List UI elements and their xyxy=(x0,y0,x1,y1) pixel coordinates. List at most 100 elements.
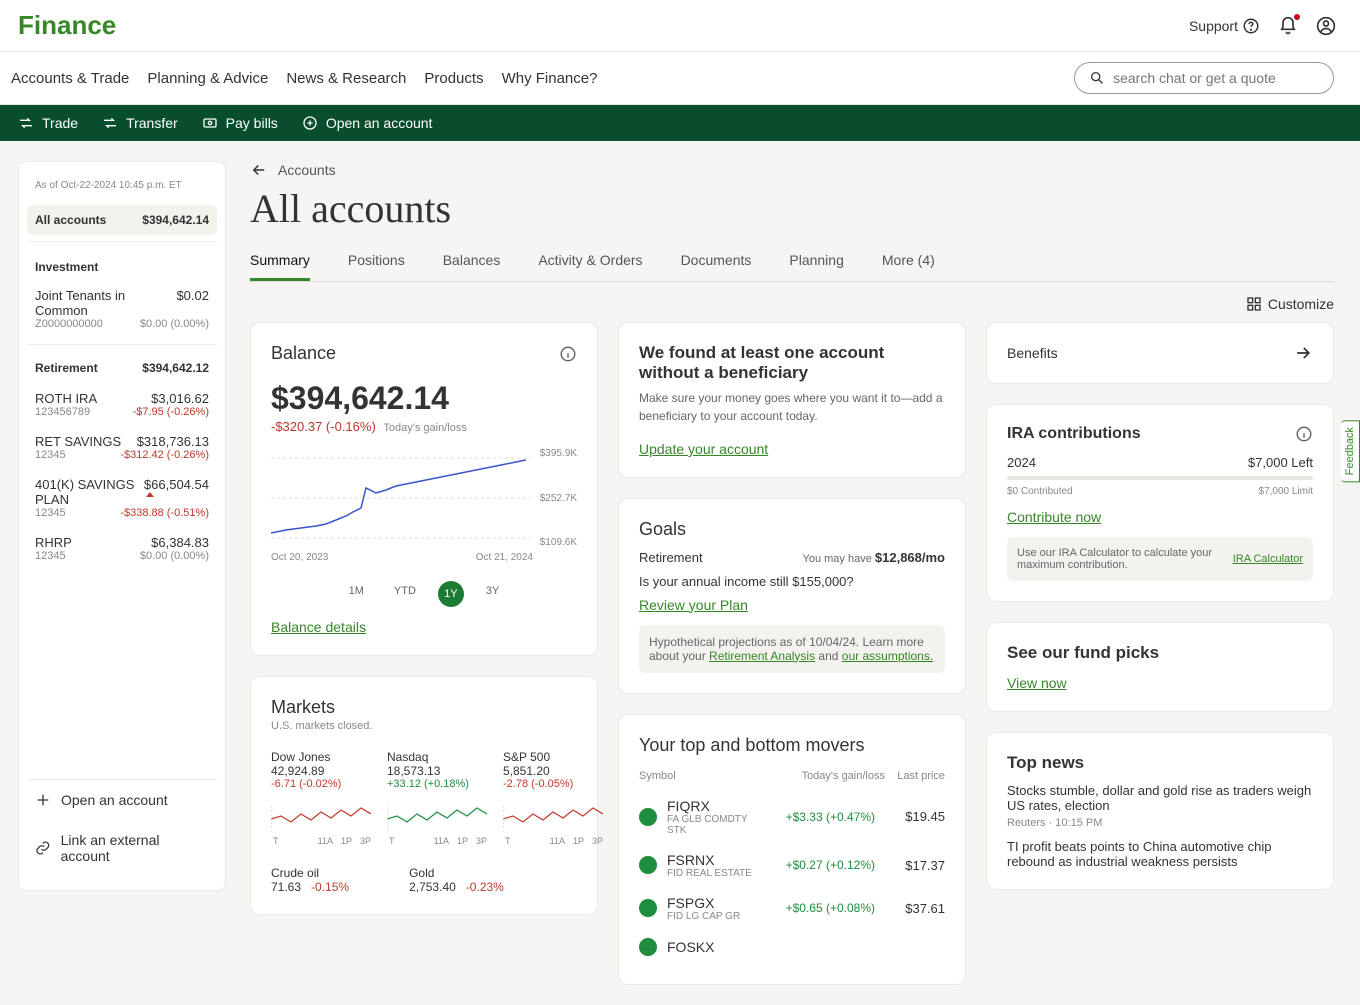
account-row[interactable]: 401(K) SAVINGS PLAN$66,504.5412345-$338.… xyxy=(27,469,217,527)
sidebar-all-accounts[interactable]: All accounts $394,642.14 xyxy=(27,205,217,235)
nav-item-2[interactable]: News & Research xyxy=(286,64,406,93)
beneficiary-card: We found at least one account without a … xyxy=(618,322,966,478)
account-number: 12345 xyxy=(35,449,66,461)
beneficiary-title: We found at least one account without a … xyxy=(639,343,945,383)
range-3y[interactable]: 3Y xyxy=(478,581,507,607)
account-name: 401(K) SAVINGS PLAN xyxy=(35,477,144,507)
mover-row[interactable]: FIQRXFA GLB COMDTY STK+$3.33 (+0.47%)$19… xyxy=(639,790,945,844)
back-label: Accounts xyxy=(278,162,336,178)
account-row[interactable]: RHRP$6,384.8312345$0.00 (0.00%) xyxy=(27,527,217,570)
back-link[interactable]: Accounts xyxy=(250,161,1334,179)
trade-label: Trade xyxy=(42,115,78,131)
tab-positions[interactable]: Positions xyxy=(348,242,405,281)
movers-title: Your top and bottom movers xyxy=(639,735,945,756)
range-ytd[interactable]: YTD xyxy=(386,581,424,607)
sparkline xyxy=(271,794,371,834)
beneficiary-body: Make sure your money goes where you want… xyxy=(639,389,945,425)
paybills-label: Pay bills xyxy=(226,115,278,131)
plus-circle-icon xyxy=(302,115,318,131)
feedback-tab[interactable]: Feedback xyxy=(1341,420,1360,482)
account-row[interactable]: Joint Tenants in Common$0.02Z0000000000$… xyxy=(27,280,217,338)
info-icon[interactable] xyxy=(1295,425,1313,443)
plus-icon xyxy=(35,792,51,808)
commodity-gold[interactable]: Gold2,753.40 -0.23% xyxy=(409,866,504,894)
bill-icon xyxy=(202,115,218,131)
notification-dot xyxy=(1294,14,1300,20)
index-nasdaq[interactable]: Nasdaq18,573.13+33.12 (+0.18%)T11A1P3P xyxy=(387,750,487,846)
top-news-card: Top news Stocks stumble, dollar and gold… xyxy=(986,732,1334,890)
account-row[interactable]: RET SAVINGS$318,736.1312345-$312.42 (-0.… xyxy=(27,426,217,469)
news-item[interactable]: Stocks stumble, dollar and gold rise as … xyxy=(1007,783,1313,829)
hypo-box: Hypothetical projections as of 10/04/24.… xyxy=(639,625,945,673)
index-dow-jones[interactable]: Dow Jones42,924.89-6.71 (-0.02%)T11A1P3P xyxy=(271,750,371,846)
assumptions-link[interactable]: our assumptions. xyxy=(842,649,933,663)
tab-activity-orders[interactable]: Activity & Orders xyxy=(538,242,642,281)
commodity-change: -0.15% xyxy=(311,880,349,894)
mover-row[interactable]: FSRNXFID REAL ESTATE+$0.27 (+0.12%)$17.3… xyxy=(639,844,945,887)
update-account-link[interactable]: Update your account xyxy=(639,441,768,457)
range-1y[interactable]: 1Y xyxy=(438,581,464,607)
ira-calc-text: Use our IRA Calculator to calculate your… xyxy=(1017,547,1225,571)
news-headline: Stocks stumble, dollar and gold rise as … xyxy=(1007,783,1313,813)
transfer-label: Transfer xyxy=(126,115,178,131)
tab-documents[interactable]: Documents xyxy=(681,242,752,281)
ylabel-mid: $252.7K xyxy=(540,493,577,504)
link-account-sidebar[interactable]: Link an external account xyxy=(27,820,217,876)
nav-item-1[interactable]: Planning & Advice xyxy=(147,64,268,93)
benefits-card[interactable]: Benefits xyxy=(986,322,1334,384)
account-row[interactable]: ROTH IRA$3,016.62123456789-$7.95 (-0.26%… xyxy=(27,383,217,426)
mover-row[interactable]: FOSKX xyxy=(639,930,945,964)
tab-balances[interactable]: Balances xyxy=(443,242,501,281)
tab-more-[interactable]: More (4) xyxy=(882,242,935,281)
index-s&p-500[interactable]: S&P 5005,851.20-2.78 (-0.05%)T11A1P3P xyxy=(503,750,603,846)
support-link[interactable]: Support xyxy=(1189,17,1260,35)
news-item[interactable]: TI profit beats points to China automoti… xyxy=(1007,839,1313,869)
profile-icon[interactable] xyxy=(1316,16,1336,36)
index-name: S&P 500 xyxy=(503,750,603,764)
goals-income-q: Is your annual income still $155,000? xyxy=(639,574,945,589)
trade-action[interactable]: Trade xyxy=(18,115,78,131)
ylabel-low: $109.6K xyxy=(540,537,577,548)
open-account-sidebar[interactable]: Open an account xyxy=(27,780,217,820)
news-headline: TI profit beats points to China automoti… xyxy=(1007,839,1313,869)
todays-gainloss-label: Today's gain/loss xyxy=(383,422,466,434)
ira-title: IRA contributions xyxy=(1007,425,1141,443)
nav-item-4[interactable]: Why Finance? xyxy=(502,64,598,93)
retirement-analysis-link[interactable]: Retirement Analysis xyxy=(709,649,815,663)
search-input[interactable] xyxy=(1113,70,1319,86)
markets-title: Markets xyxy=(271,697,577,718)
mover-symbol: FIQRX xyxy=(667,798,755,814)
view-now-link[interactable]: View now xyxy=(1007,675,1067,691)
brand-logo[interactable]: Finance xyxy=(18,10,116,41)
nav-item-3[interactable]: Products xyxy=(424,64,483,93)
markets-status: U.S. markets closed. xyxy=(271,720,577,732)
notifications-icon[interactable] xyxy=(1278,16,1298,36)
index-value: 42,924.89 xyxy=(271,764,371,778)
ira-contributed: $0 Contributed xyxy=(1007,486,1073,497)
open-account-action[interactable]: Open an account xyxy=(302,115,433,131)
nav-item-0[interactable]: Accounts & Trade xyxy=(11,64,129,93)
search-box[interactable] xyxy=(1074,62,1334,94)
balance-details-link[interactable]: Balance details xyxy=(271,619,366,635)
contribute-now-link[interactable]: Contribute now xyxy=(1007,509,1101,525)
info-icon[interactable] xyxy=(559,345,577,363)
asof-text: As of Oct-22-2024 10:45 p.m. ET xyxy=(27,176,217,195)
transfer-action[interactable]: Transfer xyxy=(102,115,178,131)
commodity-crude-oil[interactable]: Crude oil71.63 -0.15% xyxy=(271,866,349,894)
ira-left: $7,000 Left xyxy=(1248,455,1313,470)
paybills-action[interactable]: Pay bills xyxy=(202,115,278,131)
range-1m[interactable]: 1M xyxy=(341,581,372,607)
account-balance: $0.02 xyxy=(176,288,209,318)
goals-may-have: You may have $12,868/mo xyxy=(803,550,945,568)
mover-row[interactable]: FSPGXFID LG CAP GR+$0.65 (+0.08%)$37.61 xyxy=(639,887,945,930)
review-plan-link[interactable]: Review your Plan xyxy=(639,597,748,613)
ira-calculator-link[interactable]: IRA Calculator xyxy=(1233,553,1303,565)
customize-button[interactable]: Customize xyxy=(1246,296,1334,312)
tab-planning[interactable]: Planning xyxy=(789,242,844,281)
help-circle-icon xyxy=(1242,17,1260,35)
all-accounts-value: $394,642.14 xyxy=(142,213,209,227)
movers-col-symbol: Symbol xyxy=(639,770,676,782)
balance-title: Balance xyxy=(271,343,336,364)
customize-label: Customize xyxy=(1268,296,1334,312)
tab-summary[interactable]: Summary xyxy=(250,242,310,281)
